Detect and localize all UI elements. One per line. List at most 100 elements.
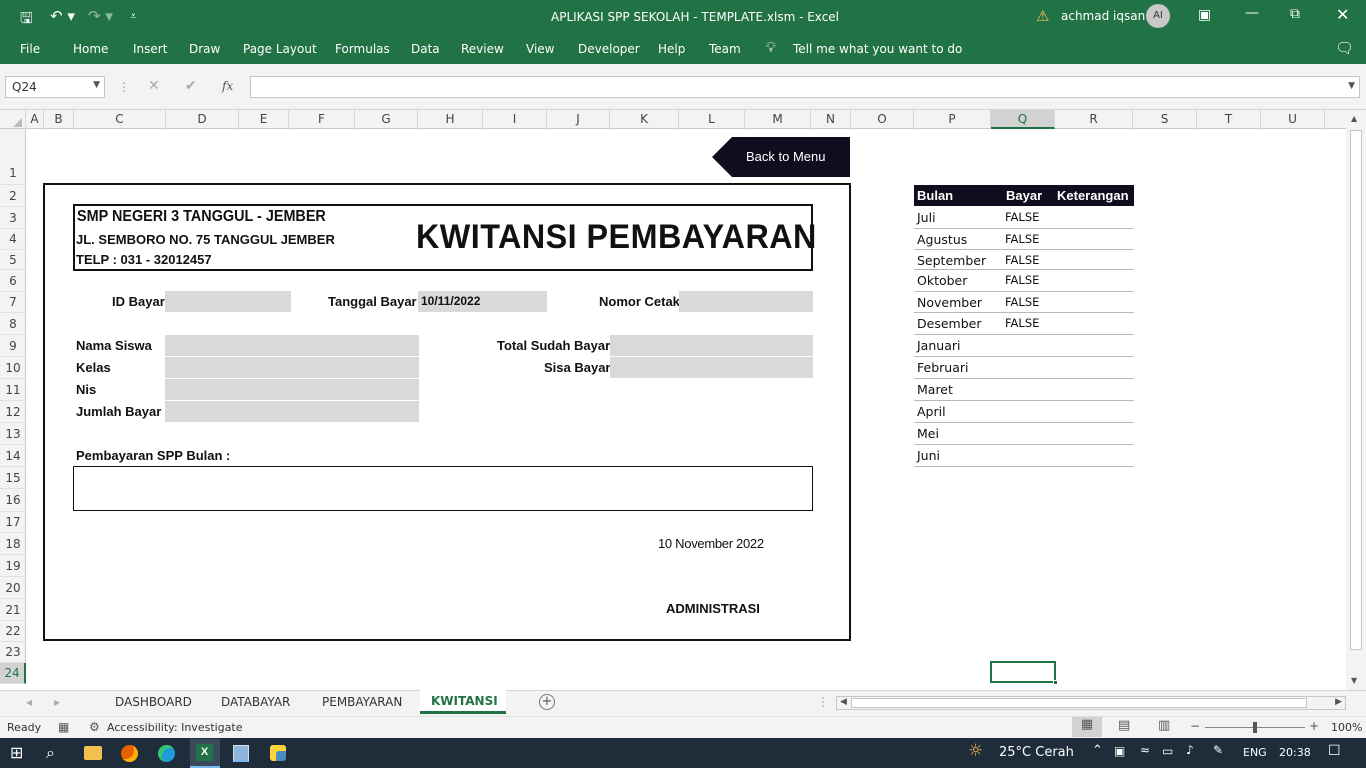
- row-header[interactable]: 13: [0, 423, 26, 445]
- column-header[interactable]: R: [1055, 110, 1133, 129]
- row-header[interactable]: 9: [0, 335, 26, 357]
- tab-insert[interactable]: Insert: [133, 42, 167, 56]
- column-header[interactable]: L: [679, 110, 745, 129]
- tab-help[interactable]: Help: [658, 42, 685, 56]
- row-header[interactable]: 8: [0, 313, 26, 335]
- month-table-row[interactable]: Desember FALSE: [914, 313, 1134, 335]
- excel-taskbar-icon[interactable]: X: [190, 739, 220, 768]
- month-table-row[interactable]: Oktober FALSE: [914, 270, 1134, 292]
- tab-draw[interactable]: Draw: [189, 42, 220, 56]
- file-explorer-icon[interactable]: [84, 746, 102, 760]
- column-header[interactable]: O: [851, 110, 914, 129]
- comments-icon[interactable]: 🗨︎: [1335, 39, 1354, 57]
- page-break-view-icon[interactable]: ▥: [1158, 718, 1170, 733]
- vertical-scrollbar[interactable]: ▲ ▼: [1346, 110, 1366, 690]
- column-header[interactable]: A: [26, 110, 44, 129]
- weather-icon[interactable]: ☼: [968, 741, 983, 761]
- month-table-row[interactable]: Agustus FALSE: [914, 229, 1134, 250]
- next-sheet-icon[interactable]: ▸: [54, 695, 60, 709]
- sisa-bayar-field[interactable]: [610, 357, 813, 378]
- month-table-row[interactable]: Maret: [914, 379, 1134, 401]
- column-header[interactable]: N: [811, 110, 851, 129]
- accessibility-status[interactable]: Accessibility: Investigate: [107, 721, 243, 734]
- save-icon[interactable]: 🖫: [20, 8, 33, 33]
- column-header[interactable]: P: [914, 110, 991, 129]
- firefox-icon[interactable]: [121, 745, 138, 762]
- volume-icon[interactable]: ♪: [1186, 743, 1194, 757]
- row-header[interactable]: 22: [0, 621, 26, 642]
- enter-icon[interactable]: ✔: [185, 78, 197, 94]
- windows-start-icon[interactable]: ⊞: [10, 743, 23, 762]
- row-header[interactable]: 17: [0, 512, 26, 533]
- column-header[interactable]: F: [289, 110, 355, 129]
- edge-icon[interactable]: [158, 745, 175, 762]
- month-table-row[interactable]: April: [914, 401, 1134, 423]
- row-header[interactable]: 20: [0, 577, 26, 599]
- column-header[interactable]: C: [74, 110, 166, 129]
- zoom-slider-thumb[interactable]: [1253, 722, 1257, 733]
- page-layout-view-icon[interactable]: ▤: [1118, 718, 1130, 733]
- back-to-menu-button[interactable]: Back to Menu: [712, 137, 850, 177]
- column-header[interactable]: H: [418, 110, 483, 129]
- name-box[interactable]: Q24 ▼: [5, 76, 105, 98]
- column-header[interactable]: J: [547, 110, 610, 129]
- row-header[interactable]: 1: [0, 129, 26, 185]
- avatar[interactable]: AI: [1146, 4, 1170, 28]
- user-name[interactable]: achmad iqsan: [1061, 9, 1145, 23]
- column-header[interactable]: D: [166, 110, 239, 129]
- accessibility-icon[interactable]: ⚙: [89, 720, 100, 734]
- prev-sheet-icon[interactable]: ◂: [26, 695, 32, 709]
- scroll-left-icon[interactable]: ◀: [840, 697, 847, 707]
- row-header[interactable]: 10: [0, 357, 26, 379]
- horizontal-scrollbar[interactable]: ◀ ▶: [836, 696, 1346, 710]
- month-table-row[interactable]: Januari: [914, 335, 1134, 357]
- horizontal-scroll-thumb[interactable]: [851, 698, 1307, 708]
- tell-me-search[interactable]: Tell me what you want to do: [793, 42, 962, 56]
- total-sudah-bayar-field[interactable]: [610, 335, 813, 356]
- column-header[interactable]: M: [745, 110, 811, 129]
- tab-page-layout[interactable]: Page Layout: [243, 42, 317, 56]
- minimize-icon[interactable]: —: [1245, 5, 1259, 21]
- customize-qat-icon[interactable]: ⩡: [130, 9, 137, 24]
- column-header[interactable]: U: [1261, 110, 1325, 129]
- python-taskbar-icon[interactable]: [270, 745, 286, 761]
- tab-formulas[interactable]: Formulas: [335, 42, 390, 56]
- active-cell[interactable]: [990, 661, 1058, 685]
- pembayaran-bulan-box[interactable]: [73, 466, 813, 511]
- undo-icon[interactable]: ↶ ▾: [50, 7, 75, 25]
- month-table-row[interactable]: Mei: [914, 423, 1134, 445]
- tab-file[interactable]: File: [20, 42, 40, 56]
- formula-input[interactable]: ▼: [250, 76, 1360, 98]
- row-header[interactable]: 12: [0, 401, 26, 423]
- sheet-tab-databayar[interactable]: DATABAYAR: [221, 695, 290, 709]
- row-header[interactable]: 4: [0, 229, 26, 250]
- sheet-tab-dashboard[interactable]: DASHBOARD: [115, 695, 192, 709]
- chevron-up-icon[interactable]: ⌃: [1092, 743, 1103, 758]
- row-header-selected[interactable]: 24: [0, 663, 26, 684]
- tab-team[interactable]: Team: [709, 42, 741, 56]
- select-all-corner[interactable]: [0, 110, 26, 129]
- search-icon[interactable]: ⌕: [46, 743, 55, 763]
- column-header[interactable]: I: [483, 110, 547, 129]
- nomor-cetak-field[interactable]: [679, 291, 813, 312]
- expand-formula-icon[interactable]: ▼: [1348, 81, 1355, 91]
- row-header[interactable]: 5: [0, 250, 26, 270]
- wifi-icon[interactable]: ≈: [1140, 743, 1150, 757]
- sheet-tab-active[interactable]: KWITANSI: [420, 690, 506, 714]
- row-header[interactable]: 11: [0, 379, 26, 401]
- row-header[interactable]: 6: [0, 270, 26, 292]
- month-table-row[interactable]: September FALSE: [914, 250, 1134, 270]
- zoom-slider[interactable]: [1205, 722, 1305, 733]
- tab-view[interactable]: View: [526, 42, 554, 56]
- column-header[interactable]: S: [1133, 110, 1197, 129]
- row-header[interactable]: 15: [0, 467, 26, 489]
- scroll-right-icon[interactable]: ▶: [1335, 697, 1342, 707]
- worksheet-grid[interactable]: Back to Menu SMP NEGERI 3 TANGGUL - JEMB…: [26, 129, 1346, 685]
- column-header[interactable]: T: [1197, 110, 1261, 129]
- row-header[interactable]: 14: [0, 445, 26, 467]
- column-header[interactable]: E: [239, 110, 289, 129]
- row-header[interactable]: 19: [0, 555, 26, 577]
- scroll-up-icon[interactable]: ▲: [1351, 114, 1357, 123]
- tab-data[interactable]: Data: [411, 42, 440, 56]
- battery-icon[interactable]: ▭: [1162, 744, 1173, 758]
